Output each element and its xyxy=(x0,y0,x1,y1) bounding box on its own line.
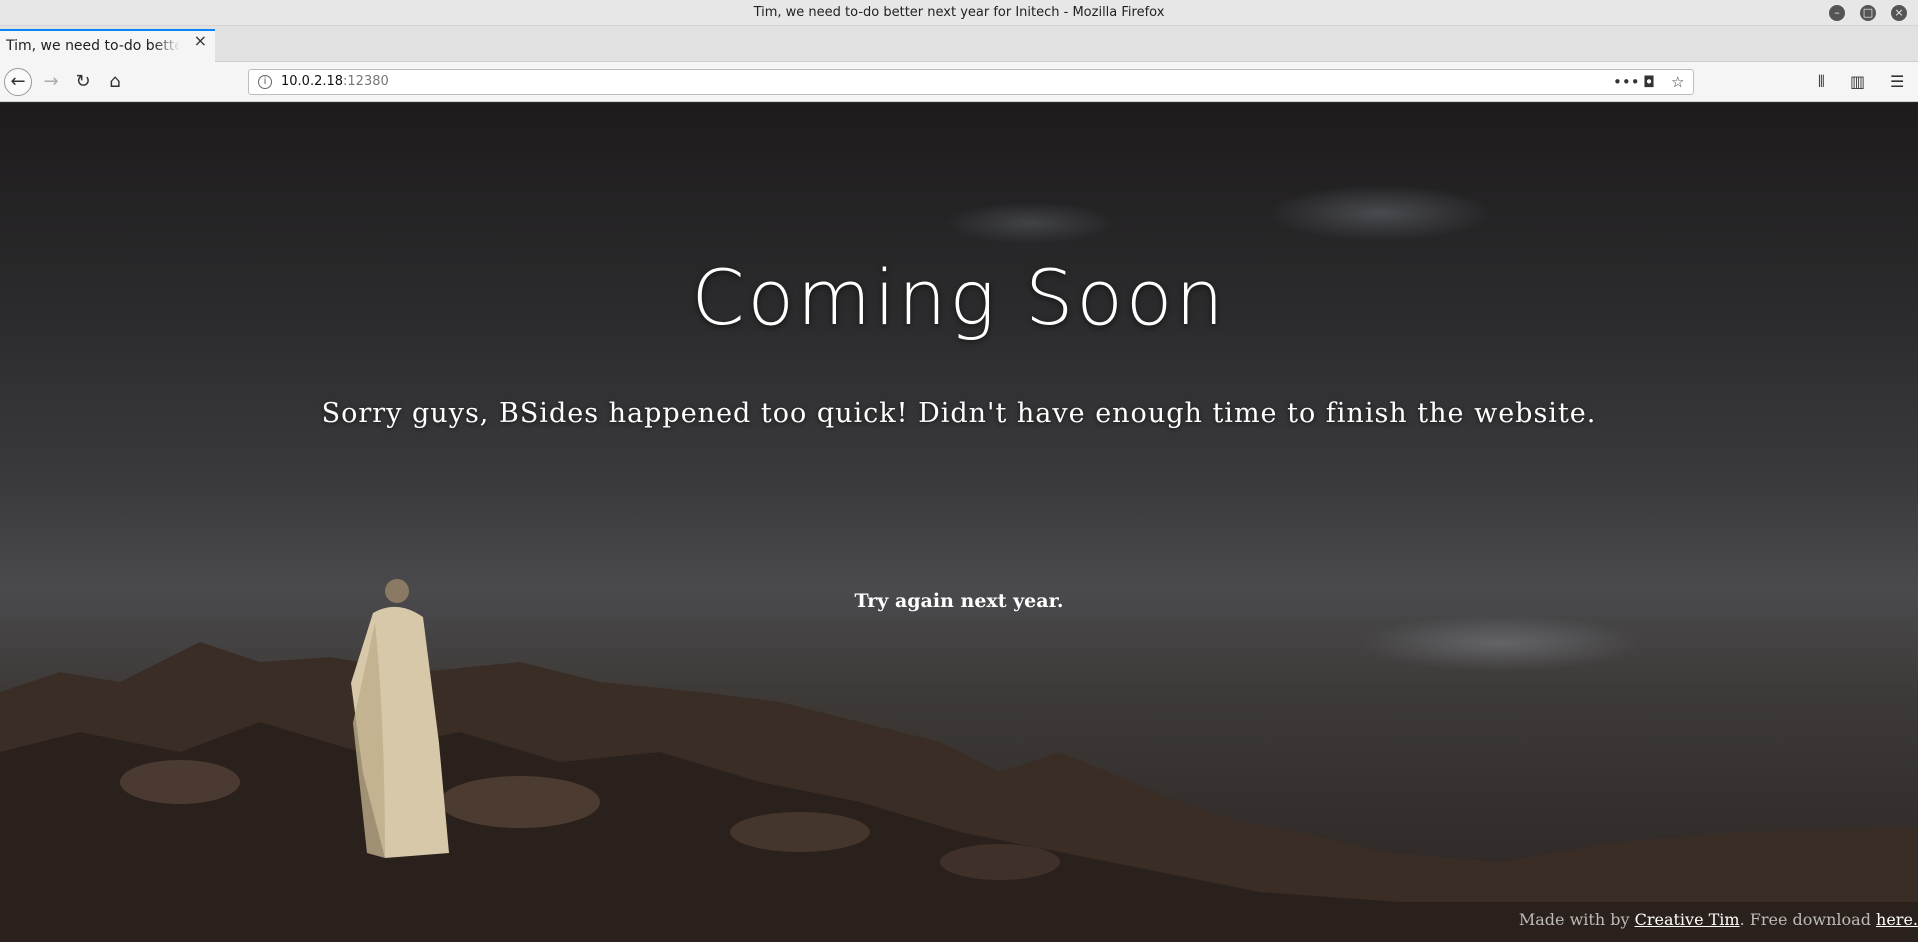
window-titlebar: Tim, we need to-do better next year for … xyxy=(0,0,1918,26)
tab-strip: Tim, we need to-do better next year for … xyxy=(0,26,1918,82)
background-rocks xyxy=(0,642,1918,942)
site-info-icon[interactable]: i xyxy=(258,75,272,89)
page-content: Coming Soon Sorry guys, BSides happened … xyxy=(0,103,1918,942)
close-tab-icon[interactable]: × xyxy=(194,31,207,50)
menu-icon[interactable]: ☰ xyxy=(1890,70,1904,94)
page-note: Try again next year. xyxy=(854,590,1064,612)
pocket-icon[interactable]: ◘ xyxy=(1643,72,1655,92)
tab-title: Tim, we need to-do better next year for … xyxy=(6,38,180,54)
home-button[interactable]: ⌂ xyxy=(102,69,128,95)
back-button[interactable]: ← xyxy=(4,68,32,96)
footer-middle: . Free download xyxy=(1739,910,1877,929)
reload-button[interactable]: ↻ xyxy=(70,69,96,95)
page-footer: Made with by Creative Tim. Free download… xyxy=(1519,910,1918,929)
robed-figure xyxy=(351,579,449,858)
close-window-icon[interactable]: × xyxy=(1891,5,1907,21)
library-icon[interactable]: ⫴ xyxy=(1818,70,1825,94)
url-bar[interactable]: i 10.0.2.18:12380 ••• ◘ ☆ xyxy=(248,69,1694,95)
maximize-icon[interactable]: □ xyxy=(1860,5,1876,21)
forward-button[interactable]: → xyxy=(38,69,64,95)
download-link[interactable]: here. xyxy=(1876,910,1918,929)
window-title: Tim, we need to-do better next year for … xyxy=(753,5,1165,20)
tab-active[interactable]: Tim, we need to-do better next year for … xyxy=(0,29,215,62)
navigation-toolbar: ← → ↻ ⌂ i 10.0.2.18:12380 ••• ◘ ☆ ⫴ ▥ ☰ xyxy=(0,62,1918,102)
page-actions-icon[interactable]: ••• xyxy=(1613,72,1640,92)
page-subtitle: Sorry guys, BSides happened too quick! D… xyxy=(321,398,1597,429)
footer-prefix: Made with by xyxy=(1518,910,1635,929)
page-heading: Coming Soon xyxy=(691,253,1227,342)
sidebar-icon[interactable]: ▥ xyxy=(1850,70,1865,94)
bookmark-star-icon[interactable]: ☆ xyxy=(1671,72,1684,92)
creative-tim-link[interactable]: Creative Tim xyxy=(1635,910,1740,929)
minimize-icon[interactable]: – xyxy=(1829,5,1845,21)
url-text[interactable]: 10.0.2.18:12380 xyxy=(281,70,389,94)
